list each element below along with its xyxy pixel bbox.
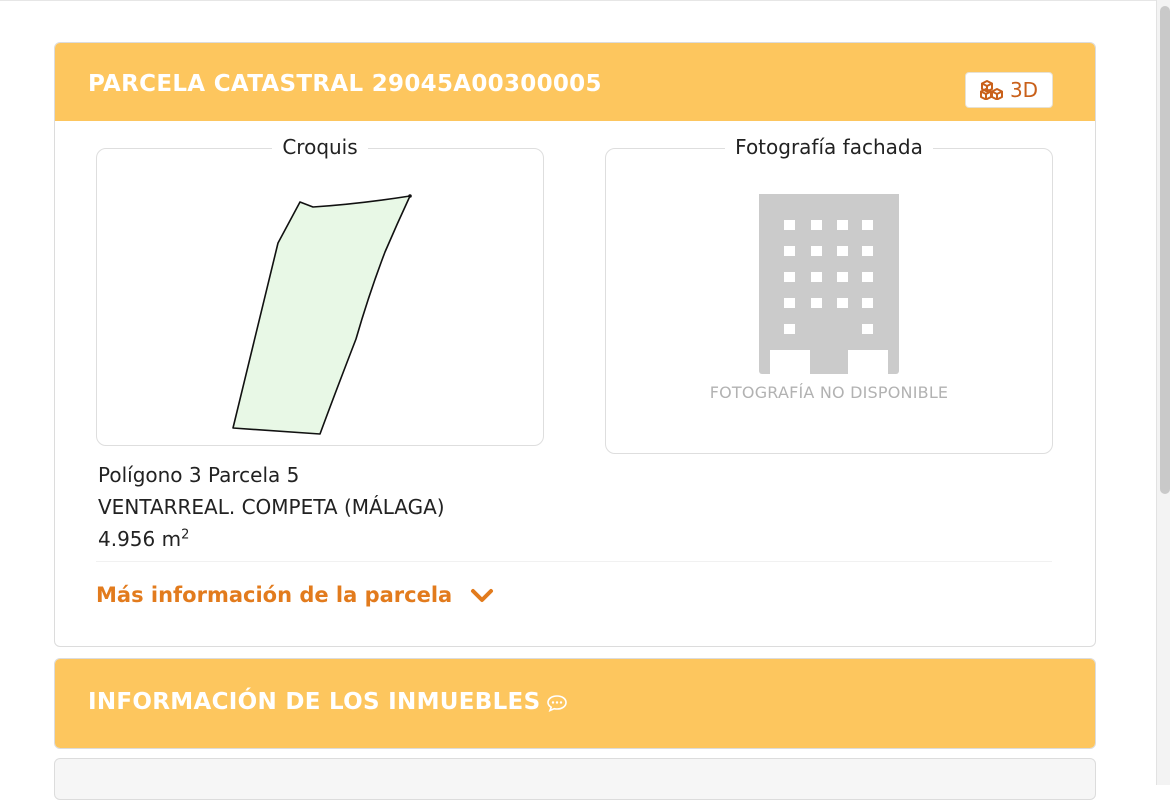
localidad-text: VENTARREAL. COMPETA (MÁLAGA)	[98, 495, 445, 519]
inmuebles-header: INFORMACIÓN DE LOS INMUEBLES	[55, 659, 1095, 748]
no-photo-text: FOTOGRAFÍA NO DISPONIBLE	[709, 383, 949, 402]
building-icon	[759, 194, 899, 380]
parcel-shape	[232, 195, 411, 435]
superficie-unit-exp: 2	[181, 527, 190, 543]
more-info-link[interactable]: Más información de la parcela	[96, 583, 494, 607]
parcela-title: PARCELA CATASTRAL 29045A00300005	[88, 71, 602, 97]
chat-bubble-icon	[547, 694, 568, 712]
inmuebles-title-text: INFORMACIÓN DE LOS INMUEBLES	[88, 689, 541, 715]
view-3d-label: 3D	[1009, 78, 1039, 102]
top-divider	[0, 0, 1170, 1]
next-panel	[54, 758, 1096, 800]
chevron-down-icon	[471, 589, 494, 602]
superficie-text: 4.956 m2	[98, 527, 189, 551]
page: PARCELA CATASTRAL 29045A00300005 3D Croq…	[0, 0, 1170, 800]
superficie-value: 4.956 m	[98, 527, 182, 551]
croquis-box: Croquis	[96, 135, 544, 446]
parcela-panel: PARCELA CATASTRAL 29045A00300005 3D Croq…	[54, 42, 1096, 647]
view-3d-button[interactable]: 3D	[965, 72, 1053, 108]
cubes-icon	[979, 80, 1003, 100]
parcel-sketch	[232, 194, 412, 435]
poligono-text: Polígono 3 Parcela 5	[98, 463, 300, 487]
inmuebles-title: INFORMACIÓN DE LOS INMUEBLES	[88, 689, 568, 715]
foto-box: Fotografía fachada FOTOGRAFÍA NO DISPONI…	[605, 135, 1053, 454]
scrollbar-thumb[interactable]	[1160, 6, 1170, 494]
inmuebles-panel[interactable]: INFORMACIÓN DE LOS INMUEBLES	[54, 658, 1096, 749]
parcela-header: PARCELA CATASTRAL 29045A00300005 3D	[55, 43, 1095, 121]
parcel-address: Polígono 3 Parcela 5 VENTARREAL. COMPETA…	[96, 457, 1052, 562]
more-info-label: Más información de la parcela	[96, 583, 453, 607]
foto-legend: Fotografía fachada	[725, 135, 933, 159]
